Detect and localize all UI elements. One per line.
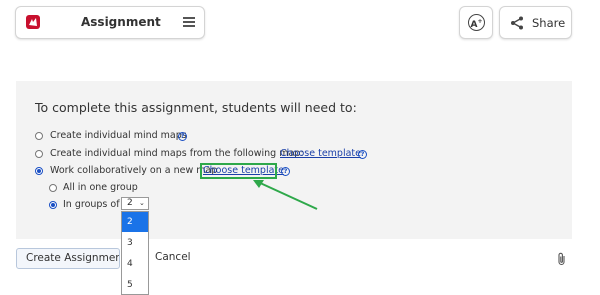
share-button[interactable]: Share [499,6,572,39]
option-label-collaborative-map: Work collaboratively on a new map [50,165,218,176]
help-icon[interactable]: ? [358,150,367,159]
help-icon[interactable]: ? [281,167,290,176]
dropdown-option[interactable]: 4 [122,254,148,274]
paperclip-icon[interactable] [556,252,568,266]
assignment-header-card: Assignment [15,6,205,39]
annotation-arrow [253,180,318,210]
group-size-value: 2 [127,198,133,208]
page-title: Assignment [81,15,161,29]
option-label-individual-maps: Create individual mind maps [50,130,187,141]
radio-individual-maps[interactable] [35,132,43,140]
create-assignment-button[interactable]: Create Assignment [16,248,120,269]
share-icon [511,16,523,30]
cancel-button[interactable]: Cancel [155,251,191,263]
option-label-all-one-group: All in one group [63,182,138,193]
panel-heading: To complete this assignment, students wi… [35,100,357,115]
radio-collaborative-map[interactable] [35,167,43,175]
group-size-select[interactable]: 2 ⌄ [121,197,149,210]
radio-individual-from-map[interactable] [35,150,43,158]
help-icon[interactable]: ? [178,132,187,141]
group-size-dropdown: 2 3 4 5 [121,211,149,295]
dropdown-option[interactable]: 5 [122,275,148,295]
hamburger-menu-icon[interactable] [183,17,195,27]
option-label-in-groups: In groups of [63,199,120,210]
option-label-individual-from-map: Create individual mind maps from the fol… [50,148,304,159]
app-logo-icon [26,15,40,29]
dropdown-option[interactable]: 3 [122,233,148,253]
annotation-highlight-box [200,163,277,179]
accessibility-button[interactable]: A+ [459,6,493,39]
choose-template-link[interactable]: Choose template [280,148,361,159]
share-label: Share [532,16,566,30]
radio-in-groups[interactable] [49,201,57,209]
dropdown-option[interactable]: 2 [122,212,148,232]
accessibility-icon: A+ [468,14,485,31]
radio-all-one-group[interactable] [49,184,57,192]
chevron-down-icon: ⌄ [139,199,145,207]
assignment-settings-panel: To complete this assignment, students wi… [16,81,572,239]
